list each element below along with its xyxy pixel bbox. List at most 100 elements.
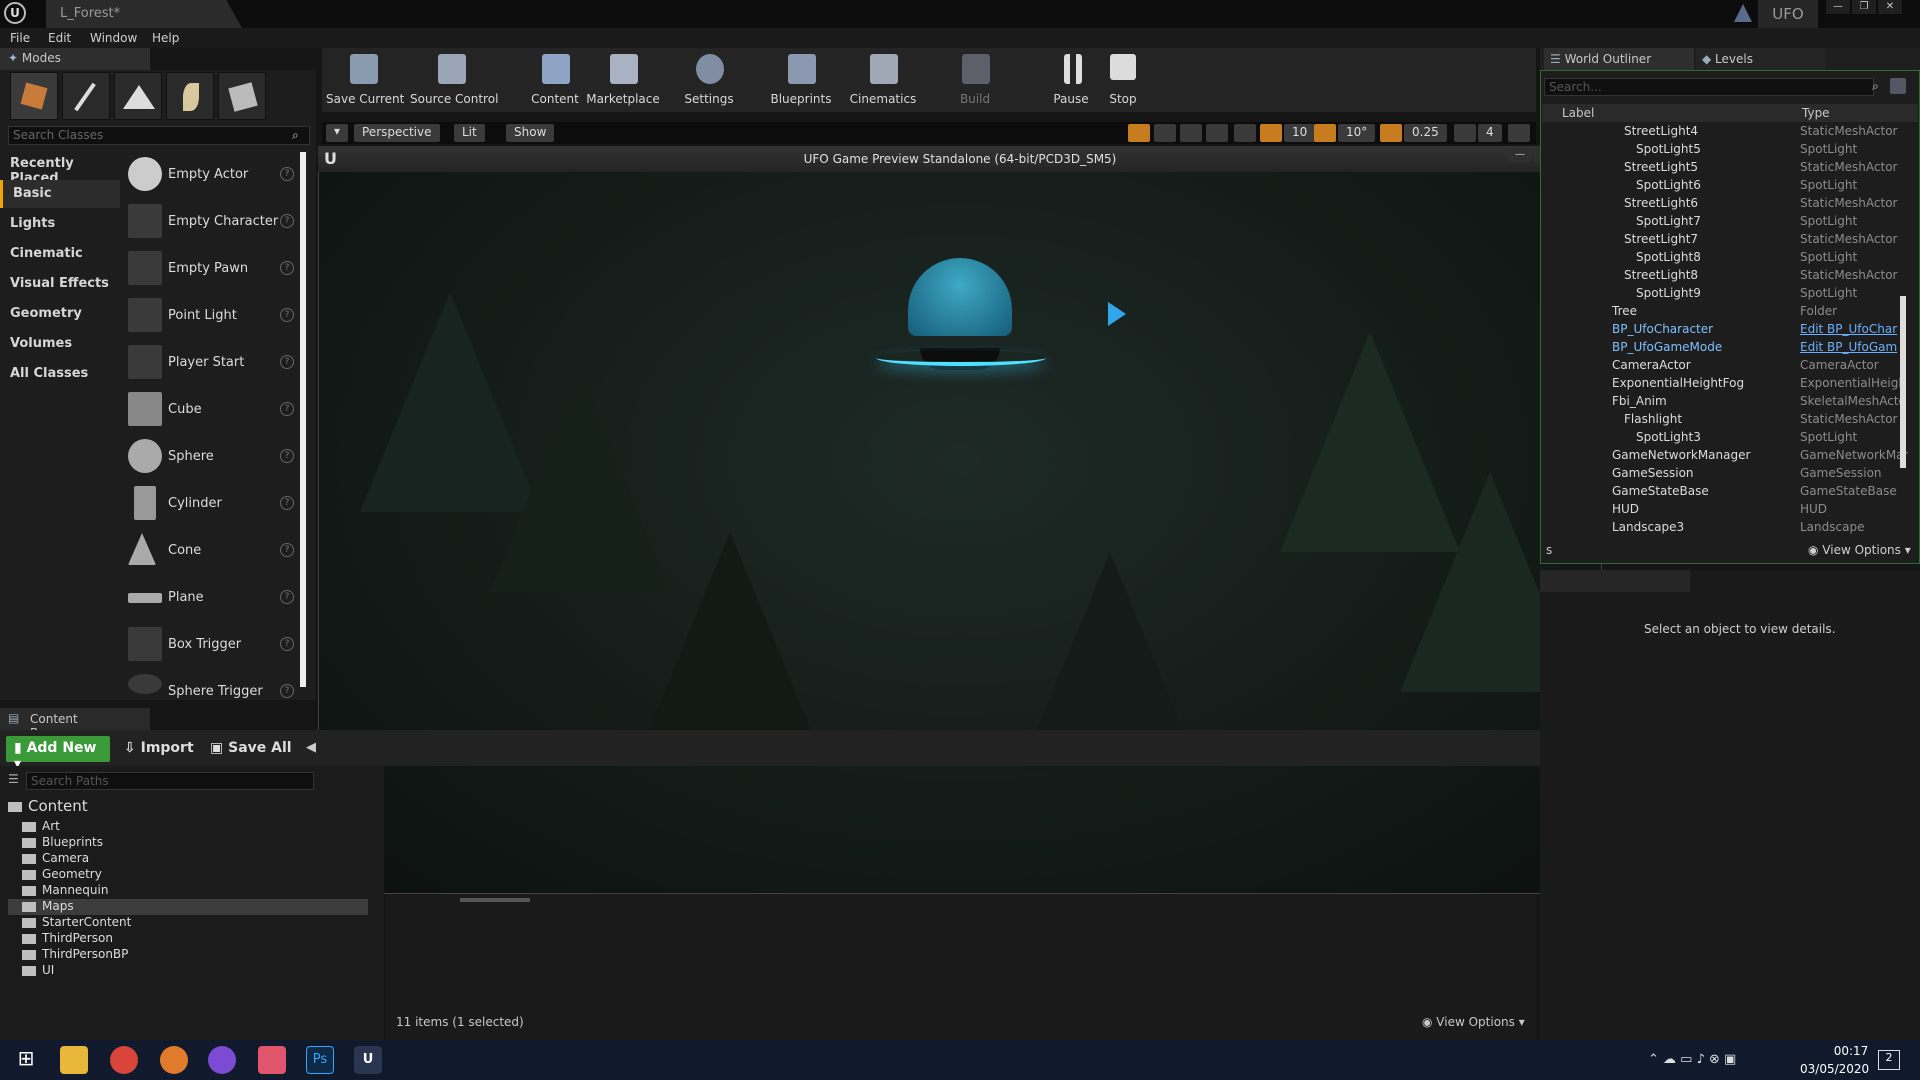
notifications-icon[interactable]: 2 <box>1878 1050 1900 1070</box>
perspective-button[interactable]: Perspective <box>354 124 440 142</box>
save-all-button[interactable]: ▣ Save All <box>210 740 292 756</box>
folder-item[interactable]: Camera <box>22 851 382 867</box>
outliner-row[interactable]: Tree Folder <box>1542 304 1910 322</box>
folder-item[interactable]: Mannequin <box>22 883 382 899</box>
tray-icons[interactable]: ⌃ ☁ ▭ ♪ ⊗ ▣ <box>1648 1052 1736 1067</box>
grid-snap-icon[interactable] <box>1260 124 1282 142</box>
outliner-row[interactable]: SpotLight7 SpotLight <box>1542 214 1910 232</box>
tab-world-outliner[interactable]: ☰ World Outliner <box>1544 48 1694 70</box>
outliner-row[interactable]: StreetLight7 StaticMeshActor <box>1542 232 1910 250</box>
outliner-row[interactable]: StreetLight8 StaticMeshActor <box>1542 268 1910 286</box>
help-icon[interactable]: ? <box>280 261 294 275</box>
outliner-row[interactable]: SpotLight6 SpotLight <box>1542 178 1910 196</box>
unreal-engine-icon[interactable]: U <box>354 1046 382 1074</box>
outliner-row[interactable]: SpotLight9 SpotLight <box>1542 286 1910 304</box>
folder-item[interactable]: Maps <box>8 899 368 915</box>
search-classes-input[interactable]: Search Classes <box>8 126 310 145</box>
outliner-row[interactable]: StreetLight4 StaticMeshActor <box>1542 124 1910 142</box>
place-mode-icon[interactable] <box>10 72 58 120</box>
blueprints-button[interactable]: Blueprints <box>764 50 838 110</box>
outliner-row[interactable]: SpotLight3 SpotLight <box>1542 430 1910 448</box>
outliner-row[interactable]: GameNetworkManager GameNetworkMar <box>1542 448 1910 466</box>
add-new-button[interactable]: ▮ Add New ▾ <box>6 736 110 772</box>
outliner-row[interactable]: SpotLight8 SpotLight <box>1542 250 1910 268</box>
game-minimize-icon[interactable]: — <box>1508 148 1532 162</box>
folder-item[interactable]: StarterContent <box>22 915 382 931</box>
folder-item[interactable]: ThirdPerson <box>22 931 382 947</box>
outliner-row[interactable]: Landscape3 Landscape <box>1542 520 1910 538</box>
help-icon[interactable]: ? <box>280 590 294 604</box>
place-item-box-trigger[interactable]: Box Trigger? <box>124 624 302 666</box>
world-local-icon[interactable] <box>1206 124 1228 142</box>
help-icon[interactable]: ? <box>280 684 294 698</box>
edit-blueprint-link[interactable]: Edit BP_UfoGam <box>1800 340 1908 354</box>
app-icon[interactable] <box>208 1046 236 1074</box>
category-visual-effects[interactable]: Visual Effects <box>0 270 120 298</box>
game-viewport[interactable] <box>320 172 1600 892</box>
cinematics-button[interactable]: Cinematics <box>846 50 920 110</box>
photoshop-icon[interactable]: Ps <box>306 1046 334 1074</box>
outliner-row[interactable]: CameraActor CameraActor <box>1542 358 1910 376</box>
folder-content-root[interactable]: Content <box>8 797 88 815</box>
help-icon[interactable]: ? <box>280 308 294 322</box>
help-icon[interactable]: ? <box>280 167 294 181</box>
folder-item[interactable]: UI <box>22 963 382 979</box>
outliner-row[interactable]: StreetLight6 StaticMeshActor <box>1542 196 1910 214</box>
marketplace-button[interactable]: Marketplace <box>586 50 660 110</box>
label-column-header[interactable]: Label <box>1562 106 1594 120</box>
source-control-button[interactable]: Source Control <box>410 50 498 110</box>
category-lights[interactable]: Lights <box>0 210 120 238</box>
content-button[interactable]: Content <box>518 50 592 110</box>
minimize-icon[interactable]: — <box>1826 0 1850 14</box>
maximize-viewport-icon[interactable] <box>1508 124 1530 142</box>
outliner-row[interactable]: BP_UfoCharacter Edit BP_UfoChar <box>1542 322 1910 340</box>
foliage-mode-icon[interactable] <box>166 72 214 120</box>
place-item-cylinder[interactable]: Cylinder? <box>124 483 302 525</box>
search-paths-input[interactable]: Search Paths <box>26 772 314 790</box>
rotation-snap-value[interactable]: 10° <box>1338 124 1376 142</box>
modes-tab[interactable]: ✦ Modes <box>0 48 150 70</box>
settings-button[interactable]: Settings <box>672 50 746 110</box>
place-item-sphere-trigger[interactable]: Sphere Trigger? <box>124 671 302 699</box>
outliner-row[interactable]: GameSession GameSession <box>1542 466 1910 484</box>
place-item-empty-pawn[interactable]: Empty Pawn? <box>124 248 302 290</box>
help-icon[interactable]: ? <box>280 637 294 651</box>
help-icon[interactable]: ? <box>280 449 294 463</box>
menu-edit[interactable]: Edit <box>48 28 71 48</box>
category-volumes[interactable]: Volumes <box>0 330 120 358</box>
outliner-row[interactable]: StreetLight5 StaticMeshActor <box>1542 160 1910 178</box>
place-item-empty-actor[interactable]: Empty Actor? <box>124 154 302 196</box>
menu-help[interactable]: Help <box>152 28 179 48</box>
figma-icon[interactable] <box>258 1046 286 1074</box>
scale-snap-icon[interactable] <box>1380 124 1402 142</box>
modes-scrollbar[interactable] <box>300 152 306 687</box>
type-column-header[interactable]: Type <box>1802 106 1830 120</box>
content-browser-tab[interactable]: ▤Content Browser <box>0 708 150 740</box>
geometry-edit-mode-icon[interactable] <box>218 72 266 120</box>
tab-levels[interactable]: ◆ Levels <box>1696 48 1826 70</box>
stop-button[interactable]: Stop <box>1086 50 1160 110</box>
place-item-sphere[interactable]: Sphere? <box>124 436 302 478</box>
show-button[interactable]: Show <box>506 124 555 142</box>
file-explorer-icon[interactable] <box>60 1046 88 1074</box>
windows-start-icon[interactable]: ⊞ <box>12 1046 40 1074</box>
lit-button[interactable]: Lit <box>454 124 485 142</box>
scale-icon[interactable] <box>1180 124 1202 142</box>
place-item-point-light[interactable]: Point Light? <box>124 295 302 337</box>
outliner-row[interactable]: HUD HUD <box>1542 502 1910 520</box>
help-icon[interactable]: ? <box>280 543 294 557</box>
place-item-cone[interactable]: Cone? <box>124 530 302 572</box>
place-item-player-start[interactable]: Player Start? <box>124 342 302 384</box>
menu-window[interactable]: Window <box>90 28 137 48</box>
place-item-empty-character[interactable]: Empty Character? <box>124 201 302 243</box>
outliner-row[interactable]: ExponentialHeightFog ExponentialHeigh <box>1542 376 1910 394</box>
camera-speed-icon[interactable] <box>1454 124 1476 142</box>
content-view-options[interactable]: ◉ View Options ▾ <box>1422 1015 1525 1029</box>
outliner-view-options[interactable]: ◉ View Options ▾ <box>1808 543 1911 557</box>
category-basic[interactable]: Basic <box>0 180 120 208</box>
help-icon[interactable]: ? <box>280 214 294 228</box>
viewport-options-dropdown[interactable]: ▾ <box>326 124 348 142</box>
grid-snap-value[interactable]: 10 <box>1284 124 1316 142</box>
category-all-classes[interactable]: All Classes <box>0 360 120 388</box>
landscape-mode-icon[interactable] <box>114 72 162 120</box>
